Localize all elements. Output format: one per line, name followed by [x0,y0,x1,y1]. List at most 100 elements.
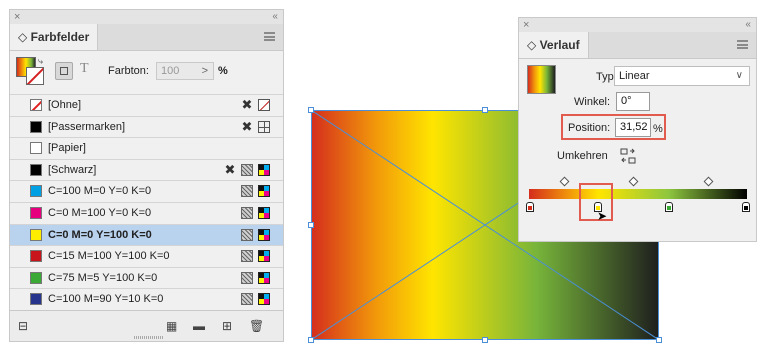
swatch-color-chip [30,142,42,155]
swatch-name: [Schwarz] [48,163,97,176]
gradient-stop-green[interactable] [665,202,673,212]
swatch-color-chip [30,228,42,241]
angle-input[interactable]: 0° [616,92,650,111]
process-color-icon [241,228,253,241]
gradient-ramp[interactable] [529,189,747,199]
format-container-button[interactable] [55,62,73,80]
panel-menu-icon[interactable] [264,32,275,41]
tab-swatches[interactable]: ◇ Farbfelder [10,24,99,50]
swatch-row[interactable]: C=100 M=0 Y=0 K=0 [10,180,283,201]
collapse-icon[interactable]: ‹‹ [272,10,278,24]
process-color-icon [241,185,253,198]
position-unit: % [653,123,663,135]
show-swatch-kinds-icon[interactable]: ⊟ [18,319,28,333]
swatch-color-chip [30,271,42,284]
swatch-row[interactable]: C=100 M=90 Y=10 K=0 [10,288,283,309]
tint-percent: % [218,65,228,77]
cmyk-mode-icon [258,293,270,306]
chevron-down-icon: ∨ [735,70,743,81]
swatches-panel: × ‹‹ ◇ Farbfelder ⤷ T Farbton: 100 > % [… [9,9,284,342]
gradient-stop-red[interactable] [526,202,534,212]
type-select[interactable]: Linear ∨ [614,66,750,86]
swatch-row[interactable]: [Ohne] ✖ [10,94,283,115]
swap-icon[interactable]: ⤷ [38,56,43,67]
none-icon [258,99,270,111]
swatch-row[interactable]: C=75 M=5 Y=100 K=0 [10,266,283,288]
swatch-name: C=15 M=100 Y=100 K=0 [48,250,170,263]
cmyk-mode-icon [258,271,270,284]
cmyk-mode-icon [258,228,270,241]
midpoint-diamond[interactable] [628,176,639,187]
stroke-swatch[interactable] [26,67,44,85]
process-color-icon [241,163,253,176]
format-text-button[interactable]: T [80,61,89,77]
angle-label: Winkel: [574,96,611,108]
swatch-color-chip [30,250,42,263]
handle-top-center[interactable] [482,107,488,113]
close-icon[interactable]: × [14,10,20,24]
tab-bar: ◇ Farbfelder [10,24,283,51]
tint-stepper-arrow[interactable]: > [202,63,208,79]
swatch-name: C=0 M=100 Y=0 K=0 [48,207,152,219]
swatch-color-chip [30,99,42,111]
tab-bar: ◇ Verlauf [519,32,756,59]
reverse-label: Umkehren [557,150,608,162]
swatch-row[interactable]: C=0 M=100 Y=0 K=0 [10,202,283,223]
handle-middle-left[interactable] [308,222,314,228]
tint-label: Farbton: [108,65,149,77]
cmyk-mode-icon [258,207,270,219]
gradient-preview-swatch[interactable] [527,65,556,94]
swatch-name: C=0 M=0 Y=100 K=0 [48,228,152,241]
fill-stroke-widget[interactable]: ⤷ [16,56,44,85]
non-printing-icon: ✖ [241,118,253,134]
panel-title-bar: × ‹‹ [519,18,756,33]
swatch-name: [Ohne] [48,99,82,111]
handle-top-left[interactable] [308,107,314,113]
swatch-name: C=100 M=90 Y=10 K=0 [48,293,164,306]
cmyk-mode-icon [258,185,270,198]
swatch-name: C=75 M=5 Y=100 K=0 [48,271,158,284]
new-color-group-icon[interactable]: ▬ [193,319,205,333]
swatch-row[interactable]: [Schwarz] ✖ [10,158,283,180]
swatch-name: C=100 M=0 Y=0 K=0 [48,185,152,198]
midpoint-diamond[interactable] [559,176,570,187]
tint-input[interactable]: 100 > [156,62,214,80]
swatch-row[interactable]: [Passermarken] ✖ [10,115,283,137]
new-swatch-icon[interactable]: ⊞ [222,319,232,333]
position-input[interactable]: 31,52 [615,118,651,137]
close-icon[interactable]: × [523,18,529,32]
midpoint-diamond[interactable] [703,176,714,187]
process-color-icon [241,207,253,219]
tint-value: 100 [161,65,180,77]
cmyk-mode-icon [258,163,270,176]
collapse-icon[interactable]: ‹‹ [745,18,751,32]
swatch-views-icon[interactable]: ▦ [166,319,177,333]
swatch-color-chip [30,185,42,198]
tab-gradient[interactable]: ◇ Verlauf [519,32,589,58]
panel-title-bar: × ‹‹ [10,10,283,25]
swatch-color-chip [30,163,42,176]
swatch-color-chip [30,207,42,219]
handle-bottom-center[interactable] [482,337,488,343]
type-value: Linear [619,70,650,82]
swatch-name: [Passermarken] [48,120,126,133]
registration-icon [258,120,270,133]
container-icon [60,67,68,75]
position-label: Position: [568,122,611,134]
reverse-icon[interactable] [620,148,636,164]
swatch-color-chip [30,120,42,133]
non-printing-icon: ✖ [241,97,253,112]
gradient-panel: × ‹‹ ◇ Verlauf Typ: Linear ∨ Winkel: 0° … [518,17,757,242]
swatch-row[interactable]: C=15 M=100 Y=100 K=0 [10,245,283,266]
panel-menu-icon[interactable] [737,40,748,49]
gradient-stop-black[interactable] [742,202,750,212]
process-color-icon [241,271,253,284]
swatch-row[interactable]: [Papier] [10,137,283,158]
handle-bottom-right[interactable] [656,337,662,343]
swatch-row[interactable]: C=0 M=0 Y=100 K=0 [10,223,283,245]
pointer-cursor-icon: ➤ [597,209,608,223]
resize-grip[interactable] [134,336,164,339]
swatch-color-chip [30,293,42,306]
trash-icon[interactable]: 🗑 [249,319,264,333]
handle-bottom-left[interactable] [308,337,314,343]
